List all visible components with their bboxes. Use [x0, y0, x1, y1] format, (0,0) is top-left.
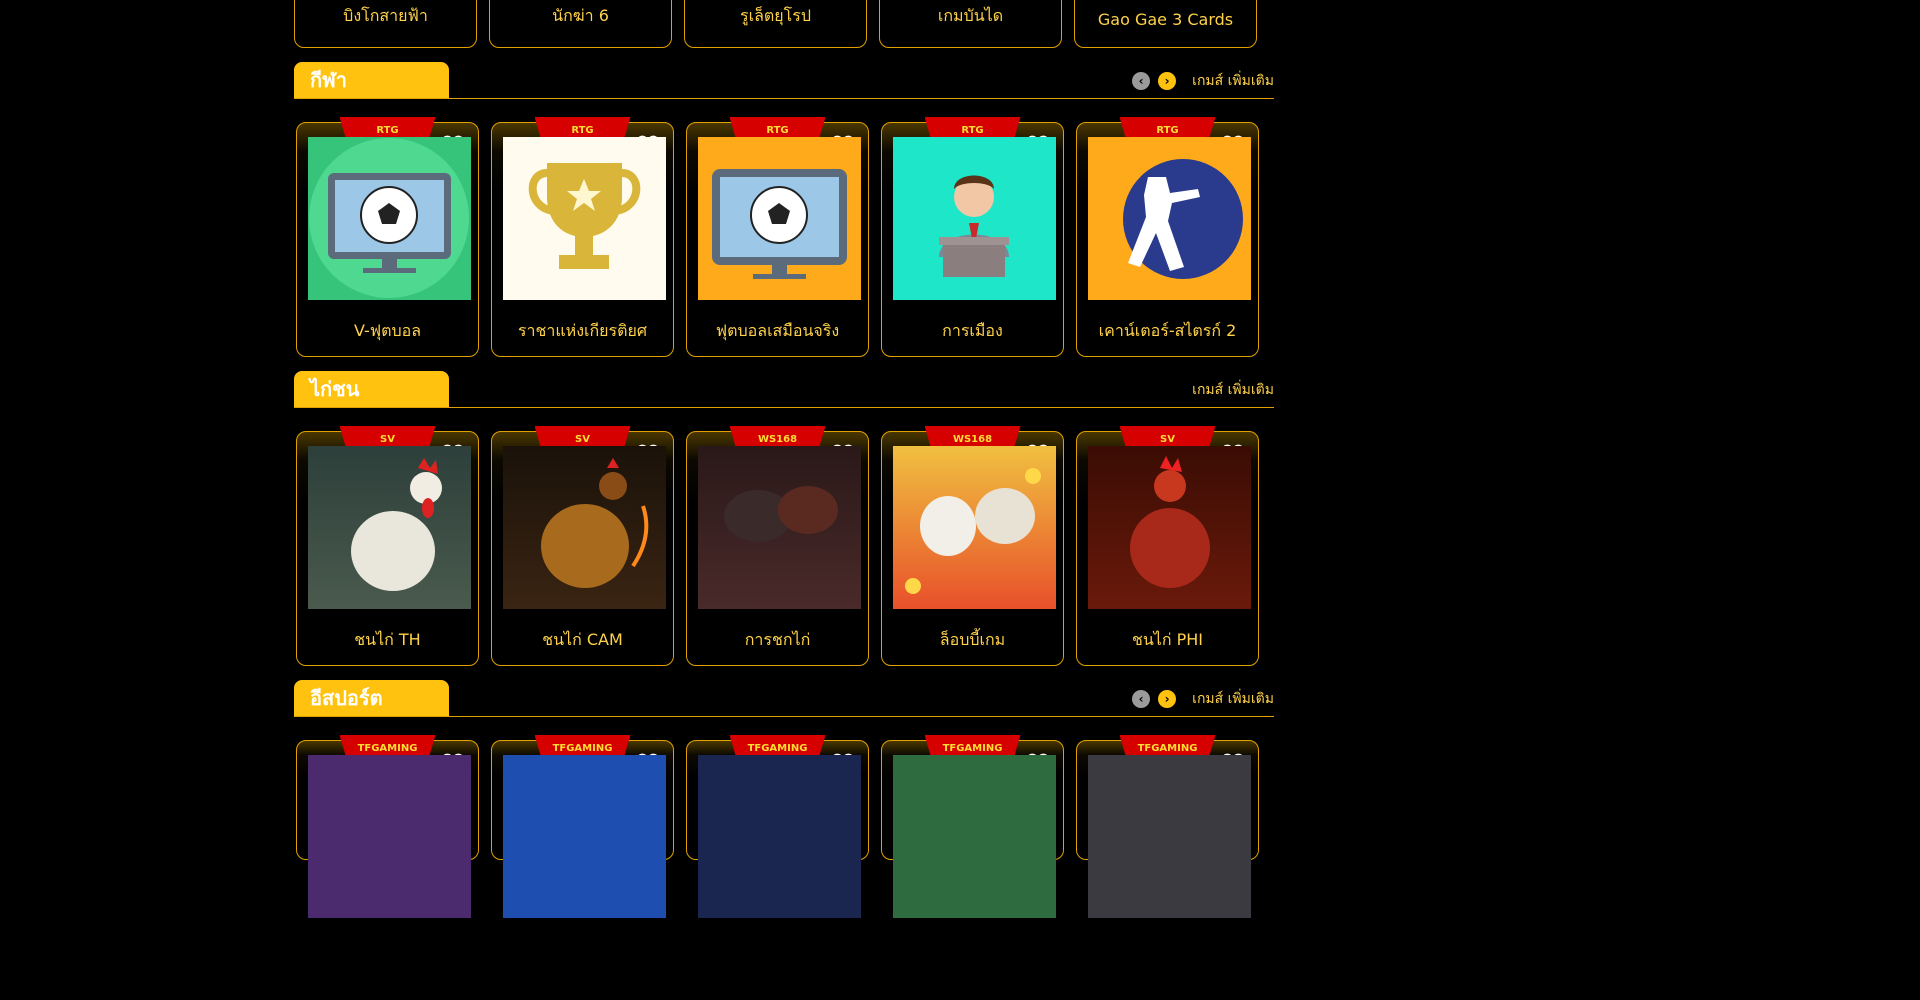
- game-thumbnail: [1088, 755, 1251, 918]
- game-card[interactable]: รูเล็ตยุโรป: [684, 0, 867, 48]
- game-thumbnail: [893, 446, 1056, 609]
- game-card[interactable]: Gao Gae 3 Cards: [1074, 0, 1257, 48]
- game-thumbnail: [698, 446, 861, 609]
- counter-strike-icon: [1123, 159, 1243, 279]
- chevron-right-icon[interactable]: ›: [1158, 72, 1177, 90]
- game-card[interactable]: WS168 ล็อบบี้เกม: [881, 426, 1064, 666]
- game-card[interactable]: SV ชนไก่ PHI: [1076, 426, 1259, 666]
- more-games-link[interactable]: เกมส์ เพิ่มเติม: [1192, 70, 1274, 92]
- game-card[interactable]: RTG ราชาแห่งเกียรติยศ: [491, 117, 674, 357]
- game-card[interactable]: RTG การเมือง: [881, 117, 1064, 357]
- section-title: ไก่ชน: [294, 371, 449, 407]
- more-games-link[interactable]: เกมส์ เพิ่มเติม: [1192, 379, 1274, 401]
- game-card[interactable]: นักฆ่า 6: [489, 0, 672, 48]
- section-title: กีฬา: [294, 62, 449, 98]
- section-header: ไก่ชน เกมส์ เพิ่มเติม: [294, 371, 1274, 408]
- rooster-icon: [541, 458, 649, 588]
- game-label: ฟุตบอลเสมือนจริง: [715, 321, 840, 340]
- section-header: กีฬา ‹ › เกมส์ เพิ่มเติม: [294, 62, 1274, 99]
- game-label: การชกไก่: [744, 630, 811, 649]
- game-thumbnail: [893, 755, 1056, 918]
- game-label: ชนไก่ PHI: [1131, 630, 1203, 649]
- game-thumbnail: [503, 755, 666, 918]
- rooster-icon: [351, 458, 442, 591]
- game-card[interactable]: บิงโกสายฟ้า: [294, 0, 477, 48]
- game-thumbnail: [308, 755, 471, 918]
- game-card[interactable]: TFGAMING: [1076, 735, 1259, 918]
- chevron-left-icon[interactable]: ‹: [1132, 72, 1151, 90]
- section-nav: ‹ › เกมส์ เพิ่มเติม: [1132, 688, 1274, 710]
- game-label: ชนไก่ CAM: [542, 630, 623, 649]
- game-thumbnail: [1088, 446, 1251, 609]
- game-list: TFGAMING TFGAMING TFGAMING TFGAMING TFGA: [296, 735, 1259, 918]
- more-games-link[interactable]: เกมส์ เพิ่มเติม: [1192, 688, 1274, 710]
- game-label: Gao Gae 3 Cards: [1097, 10, 1234, 29]
- section-sports: กีฬา ‹ › เกมส์ เพิ่มเติม RTG V-ฟุตบอล RT…: [294, 62, 1274, 357]
- game-label: รูเล็ตยุโรป: [740, 6, 811, 25]
- game-thumbnail: [698, 755, 861, 918]
- game-label: บิงโกสายฟ้า: [343, 6, 428, 25]
- game-card[interactable]: TFGAMING: [686, 735, 869, 918]
- monitor-soccer-icon: [712, 169, 847, 279]
- game-card[interactable]: TFGAMING: [296, 735, 479, 918]
- fighting-rooster-icon: [724, 486, 838, 542]
- game-label: V-ฟุตบอล: [353, 321, 422, 340]
- game-label: เคาน์เตอร์-สไตรก์ 2: [1098, 321, 1237, 340]
- section-title: อีสปอร์ต: [294, 680, 449, 716]
- rooster-icon: [1130, 456, 1210, 588]
- monitor-soccer-icon: [309, 138, 469, 298]
- section-header: อีสปอร์ต ‹ › เกมส์ เพิ่มเติม: [294, 680, 1274, 717]
- game-card[interactable]: SV ชนไก่ CAM: [491, 426, 674, 666]
- game-thumbnail: [893, 137, 1056, 300]
- section-nav: ‹ › เกมส์ เพิ่มเติม: [1132, 70, 1274, 92]
- game-card[interactable]: WS168 การชกไก่: [686, 426, 869, 666]
- chevron-right-icon[interactable]: ›: [1158, 690, 1177, 708]
- game-thumbnail: [698, 137, 861, 300]
- top-game-row: บิงโกสายฟ้า นักฆ่า 6 รูเล็ตยุโรป เกมบันไ…: [294, 0, 1257, 48]
- section-esports: อีสปอร์ต ‹ › เกมส์ เพิ่มเติม TFGAMING TF…: [294, 680, 1274, 918]
- fighting-rooster-icon: [905, 468, 1041, 594]
- game-thumbnail: [503, 137, 666, 300]
- game-thumbnail: [503, 446, 666, 609]
- game-label: การเมือง: [942, 321, 1003, 340]
- section-cockfight: ไก่ชน เกมส์ เพิ่มเติม SV ชนไก่ TH SV ชนไ…: [294, 371, 1274, 666]
- game-card[interactable]: RTG V-ฟุตบอล: [296, 117, 479, 357]
- game-label: ล็อบบี้เกม: [939, 630, 1006, 649]
- game-card[interactable]: SV ชนไก่ TH: [296, 426, 479, 666]
- section-nav: เกมส์ เพิ่มเติม: [1184, 379, 1274, 401]
- game-label: เกมบันได: [937, 6, 1004, 25]
- game-card[interactable]: TFGAMING: [491, 735, 674, 918]
- game-card[interactable]: RTG ฟุตบอลเสมือนจริง: [686, 117, 869, 357]
- game-list: RTG V-ฟุตบอล RTG ราชาแห่งเกียรติยศ RTG ฟ…: [296, 117, 1259, 357]
- game-thumbnail: [1088, 137, 1251, 300]
- game-label: ราชาแห่งเกียรติยศ: [517, 321, 648, 340]
- game-card[interactable]: RTG เคาน์เตอร์-สไตรก์ 2: [1076, 117, 1259, 357]
- game-card[interactable]: TFGAMING: [881, 735, 1064, 918]
- politician-podium-icon: [939, 175, 1009, 277]
- trophy-icon: [528, 163, 641, 269]
- game-label: นักฆ่า 6: [552, 6, 609, 25]
- game-list: SV ชนไก่ TH SV ชนไก่ CAM WS168 การชกไก่ …: [296, 426, 1259, 666]
- game-card[interactable]: เกมบันได: [879, 0, 1062, 48]
- game-thumbnail: [308, 137, 471, 300]
- game-label: ชนไก่ TH: [354, 630, 421, 649]
- chevron-left-icon[interactable]: ‹: [1132, 690, 1151, 708]
- game-thumbnail: [308, 446, 471, 609]
